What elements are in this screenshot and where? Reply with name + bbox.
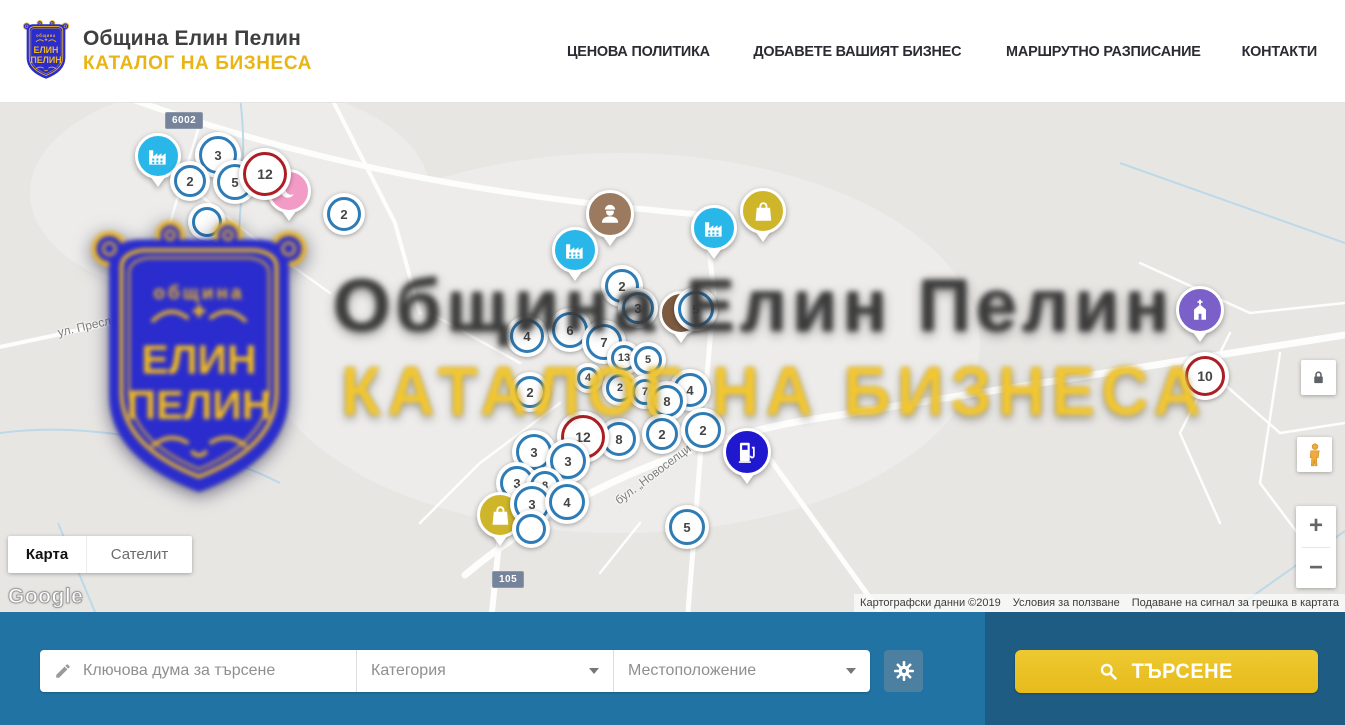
search-button[interactable]: ТЪРСЕНЕ	[1015, 650, 1318, 693]
keyword-field[interactable]	[40, 650, 356, 692]
pin-tail	[602, 235, 618, 246]
watermark-title: Община Елин Пелин	[333, 263, 1174, 348]
watermark-subtitle: КАТАЛОГ НА БИЗНЕСА	[341, 351, 1207, 431]
cluster-count: 5	[669, 509, 705, 545]
place-marker[interactable]	[723, 428, 771, 484]
nav-item-1[interactable]: ЦЕНОВА ПОЛИТИКА	[567, 43, 710, 60]
main-nav: ЦЕНОВА ПОЛИТИКА ДОБАВЕТЕ ВАШИЯТ БИЗНЕС МАР…	[564, 43, 1345, 60]
nav-item-4[interactable]: КОНТАКТИ	[1242, 43, 1317, 60]
shopping-bag-icon	[740, 188, 786, 234]
zoom-out-button[interactable]: −	[1296, 548, 1336, 589]
map-type-map-button[interactable]: Карта	[8, 536, 86, 573]
svg-text:ЕЛИН: ЕЛИН	[141, 336, 256, 382]
lock-button[interactable]	[1301, 360, 1336, 395]
location-select-label: Местоположение	[628, 662, 756, 680]
cluster-marker[interactable]	[512, 510, 550, 548]
search-submit-area: ТЪРСЕНЕ	[985, 612, 1345, 725]
cluster-count: 12	[243, 152, 287, 196]
chevron-down-icon	[589, 668, 599, 674]
svg-text:община: община	[153, 283, 244, 304]
pin-tail	[739, 473, 755, 484]
pin-tail	[150, 176, 166, 187]
place-marker[interactable]	[1176, 286, 1224, 342]
header: община ЕЛИН ПЕЛИН Община Елин Пелин КАТА…	[0, 0, 1345, 103]
svg-text:ЕЛИН: ЕЛИН	[34, 45, 59, 55]
municipality-crest-icon: община ЕЛИН ПЕЛИН	[21, 19, 71, 83]
cluster-marker[interactable]: 2	[323, 193, 365, 235]
pin-tail	[706, 248, 722, 259]
search-fields: Категория Местоположение	[40, 650, 870, 692]
cluster-marker[interactable]: 2	[170, 161, 210, 201]
svg-text:ПЕЛИН: ПЕЛИН	[30, 55, 61, 65]
factory-icon	[691, 205, 737, 251]
church-icon	[1176, 286, 1224, 334]
pegman-icon	[1305, 442, 1325, 468]
map-type-control: Карта Сателит	[8, 536, 192, 573]
map-data-copyright: Картографски данни ©2019	[854, 597, 1007, 609]
pegman-button[interactable]	[1297, 437, 1332, 472]
attribution-link[interactable]: Подаване на сигнал за грешка в картата	[1126, 597, 1345, 609]
watermark-crest-icon: община ЕЛИН ПЕЛИН	[85, 215, 313, 512]
pin-tail	[492, 535, 508, 546]
advanced-search-button[interactable]	[884, 650, 923, 692]
cluster-count: 2	[327, 197, 361, 231]
category-select-label: Категория	[371, 662, 446, 680]
place-marker[interactable]	[740, 188, 786, 242]
svg-text:ПЕЛИН: ПЕЛИН	[127, 382, 272, 428]
site-logo[interactable]: община ЕЛИН ПЕЛИН Община Елин Пелин КАТА…	[0, 19, 312, 83]
cluster-marker[interactable]: 12	[239, 148, 291, 200]
pencil-icon	[54, 662, 72, 680]
place-marker[interactable]	[691, 205, 737, 259]
nav-item-3[interactable]: МАРШРУТНО РАЗПИСАНИЕ	[1006, 43, 1201, 60]
site-subtitle: КАТАЛОГ НА БИЗНЕСА	[83, 53, 312, 75]
google-logo[interactable]: Google	[8, 585, 83, 609]
search-fields-area: Категория Местоположение	[0, 612, 985, 725]
search-panel: Категория Местоположение	[0, 612, 1345, 725]
fuel-pump-icon	[723, 428, 771, 476]
map-type-satellite-button[interactable]: Сателит	[86, 536, 192, 573]
cluster-marker[interactable]: 4	[545, 480, 589, 524]
map-canvas[interactable]: 32512223546713542274881222333834510 общи…	[0, 103, 1345, 612]
search-button-label: ТЪРСЕНЕ	[1131, 660, 1232, 684]
nav-item-2[interactable]: ДОБАВЕТЕ ВАШИЯТ БИЗНЕС	[753, 43, 961, 60]
gear-icon	[892, 659, 916, 683]
cluster-count	[516, 514, 546, 544]
pin-tail	[755, 231, 771, 242]
page: община ЕЛИН ПЕЛИН Община Елин Пелин КАТА…	[0, 0, 1345, 725]
search-icon	[1098, 661, 1119, 682]
zoom-in-button[interactable]: +	[1296, 506, 1336, 547]
map-attribution: Картографски данни ©2019Условия за ползв…	[854, 594, 1345, 612]
category-select[interactable]: Категория	[356, 650, 613, 692]
zoom-control: + −	[1296, 506, 1336, 588]
site-title: Община Елин Пелин	[83, 27, 312, 51]
keyword-input[interactable]	[83, 662, 344, 680]
lock-icon	[1310, 369, 1327, 386]
attribution-link[interactable]: Условия за ползване	[1007, 597, 1126, 609]
cluster-count: 4	[549, 484, 585, 520]
svg-text:община: община	[36, 33, 56, 38]
location-select[interactable]: Местоположение	[613, 650, 870, 692]
pin-tail	[1192, 331, 1208, 342]
cluster-count: 2	[174, 165, 206, 197]
chevron-down-icon	[846, 668, 856, 674]
cluster-marker[interactable]: 5	[665, 505, 709, 549]
